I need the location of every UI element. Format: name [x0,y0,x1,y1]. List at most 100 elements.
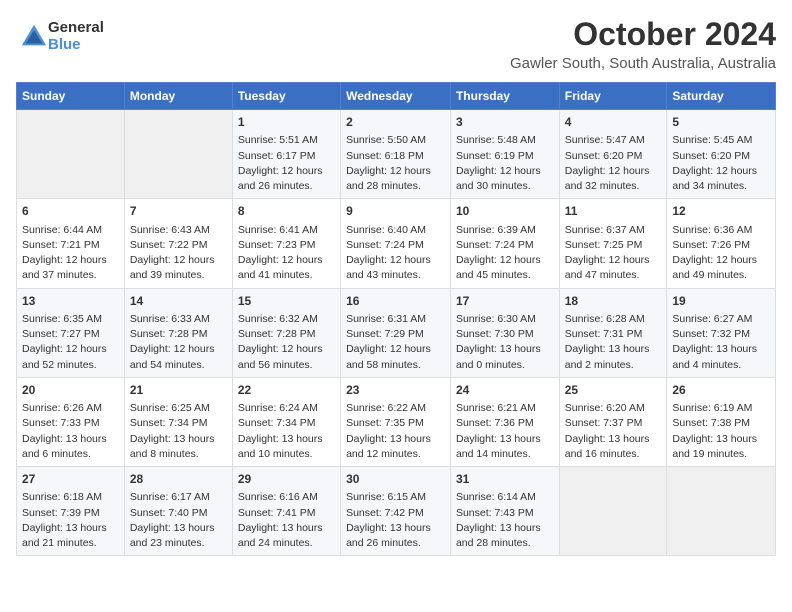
daylight-text: Daylight: 12 hours and 43 minutes. [346,254,431,281]
calendar-cell: 19Sunrise: 6:27 AMSunset: 7:32 PMDayligh… [667,288,776,377]
sunset-text: Sunset: 6:20 PM [565,150,643,162]
sunrise-text: Sunrise: 6:39 AM [456,224,536,236]
sunset-text: Sunset: 7:30 PM [456,328,534,340]
calendar-cell: 12Sunrise: 6:36 AMSunset: 7:26 PMDayligh… [667,199,776,288]
daylight-text: Daylight: 12 hours and 58 minutes. [346,343,431,370]
sunrise-text: Sunrise: 5:47 AM [565,134,645,146]
calendar-body: 1Sunrise: 5:51 AMSunset: 6:17 PMDaylight… [17,110,776,556]
calendar-cell: 20Sunrise: 6:26 AMSunset: 7:33 PMDayligh… [17,377,125,466]
day-number: 9 [346,203,445,220]
calendar-cell: 11Sunrise: 6:37 AMSunset: 7:25 PMDayligh… [559,199,667,288]
calendar-cell: 27Sunrise: 6:18 AMSunset: 7:39 PMDayligh… [17,467,125,556]
calendar-cell: 16Sunrise: 6:31 AMSunset: 7:29 PMDayligh… [341,288,451,377]
daylight-text: Daylight: 12 hours and 39 minutes. [130,254,215,281]
sunrise-text: Sunrise: 6:22 AM [346,402,426,414]
daylight-text: Daylight: 13 hours and 14 minutes. [456,433,541,460]
day-number: 30 [346,471,445,488]
day-number: 10 [456,203,554,220]
sunrise-text: Sunrise: 6:26 AM [22,402,102,414]
daylight-text: Daylight: 13 hours and 23 minutes. [130,522,215,549]
calendar-cell: 25Sunrise: 6:20 AMSunset: 7:37 PMDayligh… [559,377,667,466]
daylight-text: Daylight: 12 hours and 41 minutes. [238,254,323,281]
sunset-text: Sunset: 7:28 PM [130,328,208,340]
calendar-cell: 9Sunrise: 6:40 AMSunset: 7:24 PMDaylight… [341,199,451,288]
daylight-text: Daylight: 13 hours and 10 minutes. [238,433,323,460]
sunset-text: Sunset: 6:19 PM [456,150,534,162]
day-number: 18 [565,293,662,310]
sunrise-text: Sunrise: 6:25 AM [130,402,210,414]
sunrise-text: Sunrise: 5:50 AM [346,134,426,146]
daylight-text: Daylight: 12 hours and 56 minutes. [238,343,323,370]
title-block: October 2024 Gawler South, South Austral… [510,16,776,72]
sunset-text: Sunset: 7:32 PM [672,328,750,340]
col-monday: Monday [124,83,232,110]
sunset-text: Sunset: 7:34 PM [238,417,316,429]
logo-icon [20,23,48,51]
calendar-cell: 7Sunrise: 6:43 AMSunset: 7:22 PMDaylight… [124,199,232,288]
sunrise-text: Sunrise: 6:20 AM [565,402,645,414]
day-number: 16 [346,293,445,310]
calendar-cell: 17Sunrise: 6:30 AMSunset: 7:30 PMDayligh… [450,288,559,377]
calendar-cell: 13Sunrise: 6:35 AMSunset: 7:27 PMDayligh… [17,288,125,377]
sunrise-text: Sunrise: 6:17 AM [130,491,210,503]
sunrise-text: Sunrise: 6:31 AM [346,313,426,325]
calendar-cell: 10 Sunrise: 6:39 AM Sunset: 7:24 PM Dayligh… [450,199,559,288]
daylight-text: Daylight: 12 hours and 49 minutes. [672,254,757,281]
daylight-text: Daylight: 13 hours and 8 minutes. [130,433,215,460]
col-wednesday: Wednesday [341,83,451,110]
daylight-text: Daylight: 12 hours and 28 minutes. [346,165,431,192]
col-saturday: Saturday [667,83,776,110]
calendar-cell: 28Sunrise: 6:17 AMSunset: 7:40 PMDayligh… [124,467,232,556]
sunset-text: Sunset: 7:38 PM [672,417,750,429]
col-friday: Friday [559,83,667,110]
sunset-text: Sunset: 7:27 PM [22,328,100,340]
day-number: 5 [672,114,770,131]
day-number: 28 [130,471,227,488]
sunrise-text: Sunrise: 6:41 AM [238,224,318,236]
logo-blue: Blue [48,37,104,54]
calendar-cell: 5Sunrise: 5:45 AMSunset: 6:20 PMDaylight… [667,110,776,199]
day-number: 19 [672,293,770,310]
daylight-text: Daylight: 12 hours and 47 minutes. [565,254,650,281]
calendar-cell: 8Sunrise: 6:41 AMSunset: 7:23 PMDaylight… [232,199,340,288]
sunrise-text: Sunrise: 6:43 AM [130,224,210,236]
calendar-cell: 3Sunrise: 5:48 AMSunset: 6:19 PMDaylight… [450,110,559,199]
sunset-text: Sunset: 7:28 PM [238,328,316,340]
calendar-week-5: 27Sunrise: 6:18 AMSunset: 7:39 PMDayligh… [17,467,776,556]
sunrise-text: Sunrise: 5:51 AM [238,134,318,146]
daylight-text: Daylight: 13 hours and 26 minutes. [346,522,431,549]
sunrise-text: Sunrise: 6:19 AM [672,402,752,414]
calendar-week-3: 13Sunrise: 6:35 AMSunset: 7:27 PMDayligh… [17,288,776,377]
day-number: 13 [22,293,119,310]
daylight-text: Daylight: 13 hours and 6 minutes. [22,433,107,460]
sunset-text: Sunset: 7:31 PM [565,328,643,340]
logo-general: General [48,20,104,37]
daylight-text: Daylight: 12 hours and 30 minutes. [456,165,541,192]
calendar-cell: 18 Sunrise: 6:28 AM Sunset: 7:31 PM Dayligh… [559,288,667,377]
daylight-text: Daylight: 13 hours and 21 minutes. [22,522,107,549]
sunrise-text: Sunrise: 6:18 AM [22,491,102,503]
sunrise-text: Sunrise: 6:36 AM [672,224,752,236]
location-title: Gawler South, South Australia, Australia [510,55,776,72]
calendar-cell: 26Sunrise: 6:19 AMSunset: 7:38 PMDayligh… [667,377,776,466]
daylight-text: Daylight: 13 hours and 2 minutes. [565,343,650,370]
daylight-text: Daylight: 12 hours and 52 minutes. [22,343,107,370]
sunrise-text: Sunrise: 6:28 AM [565,313,645,325]
daylight-text: Daylight: 12 hours and 45 minutes. [456,254,541,281]
day-number: 7 [130,203,227,220]
day-number: 21 [130,382,227,399]
sunset-text: Sunset: 7:24 PM [456,239,534,251]
sunrise-text: Sunrise: 6:30 AM [456,313,536,325]
col-thursday: Thursday [450,83,559,110]
calendar-cell: 2Sunrise: 5:50 AMSunset: 6:18 PMDaylight… [341,110,451,199]
daylight-text: Daylight: 13 hours and 28 minutes. [456,522,541,549]
daylight-text: Daylight: 12 hours and 26 minutes. [238,165,323,192]
calendar-cell: 21Sunrise: 6:25 AMSunset: 7:34 PMDayligh… [124,377,232,466]
calendar-cell: 22Sunrise: 6:24 AMSunset: 7:34 PMDayligh… [232,377,340,466]
daylight-text: Daylight: 12 hours and 34 minutes. [672,165,757,192]
day-number: 2 [346,114,445,131]
calendar-cell: 29Sunrise: 6:16 AMSunset: 7:41 PMDayligh… [232,467,340,556]
day-number: 12 [672,203,770,220]
day-number: 23 [346,382,445,399]
sunset-text: Sunset: 7:23 PM [238,239,316,251]
